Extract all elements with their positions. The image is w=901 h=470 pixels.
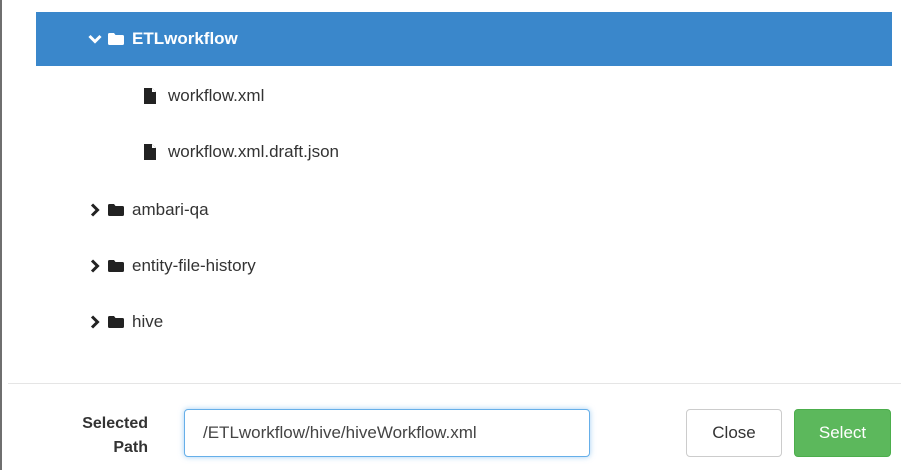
file-icon — [144, 88, 156, 104]
folder-icon — [108, 204, 124, 216]
tree-item-etlworkflow[interactable]: ETLworkflow — [36, 12, 892, 66]
tree-item-workflow-xml-draft-json[interactable]: workflow.xml.draft.json — [36, 128, 892, 176]
selected-path-label-line1: Selected — [82, 415, 148, 432]
selected-path-input[interactable] — [184, 409, 590, 457]
tree-item-ambari-qa[interactable]: ambari-qa — [36, 186, 892, 234]
folder-icon — [108, 260, 124, 272]
selected-path-label-line2: Path — [113, 439, 148, 456]
tree-item-hive[interactable]: hive — [36, 298, 892, 346]
tree-item-label: ambari-qa — [132, 200, 209, 219]
folder-icon — [108, 33, 124, 45]
chevron-down-icon[interactable] — [88, 32, 102, 46]
chevron-right-icon[interactable] — [88, 259, 102, 273]
tree-item-label: workflow.xml — [168, 86, 265, 105]
close-button[interactable]: Close — [686, 409, 782, 457]
dialog-footer: Selected Path Close Select — [0, 384, 901, 470]
tree-item-entity-file-history[interactable]: entity-file-history — [36, 242, 892, 290]
file-tree: ETLworkflow workflow.xml workflow.xml.dr… — [0, 0, 901, 380]
folder-icon — [108, 316, 124, 328]
tree-item-workflow-xml[interactable]: workflow.xml — [36, 72, 892, 120]
select-button[interactable]: Select — [794, 409, 891, 457]
selected-path-label: Selected Path — [36, 412, 148, 460]
file-icon — [144, 144, 156, 160]
tree-item-label: hive — [132, 312, 164, 331]
tree-item-label: ETLworkflow — [132, 29, 238, 48]
tree-item-label: entity-file-history — [132, 256, 256, 275]
chevron-right-icon[interactable] — [88, 203, 102, 217]
tree-item-label: workflow.xml.draft.json — [168, 142, 339, 161]
chevron-right-icon[interactable] — [88, 315, 102, 329]
